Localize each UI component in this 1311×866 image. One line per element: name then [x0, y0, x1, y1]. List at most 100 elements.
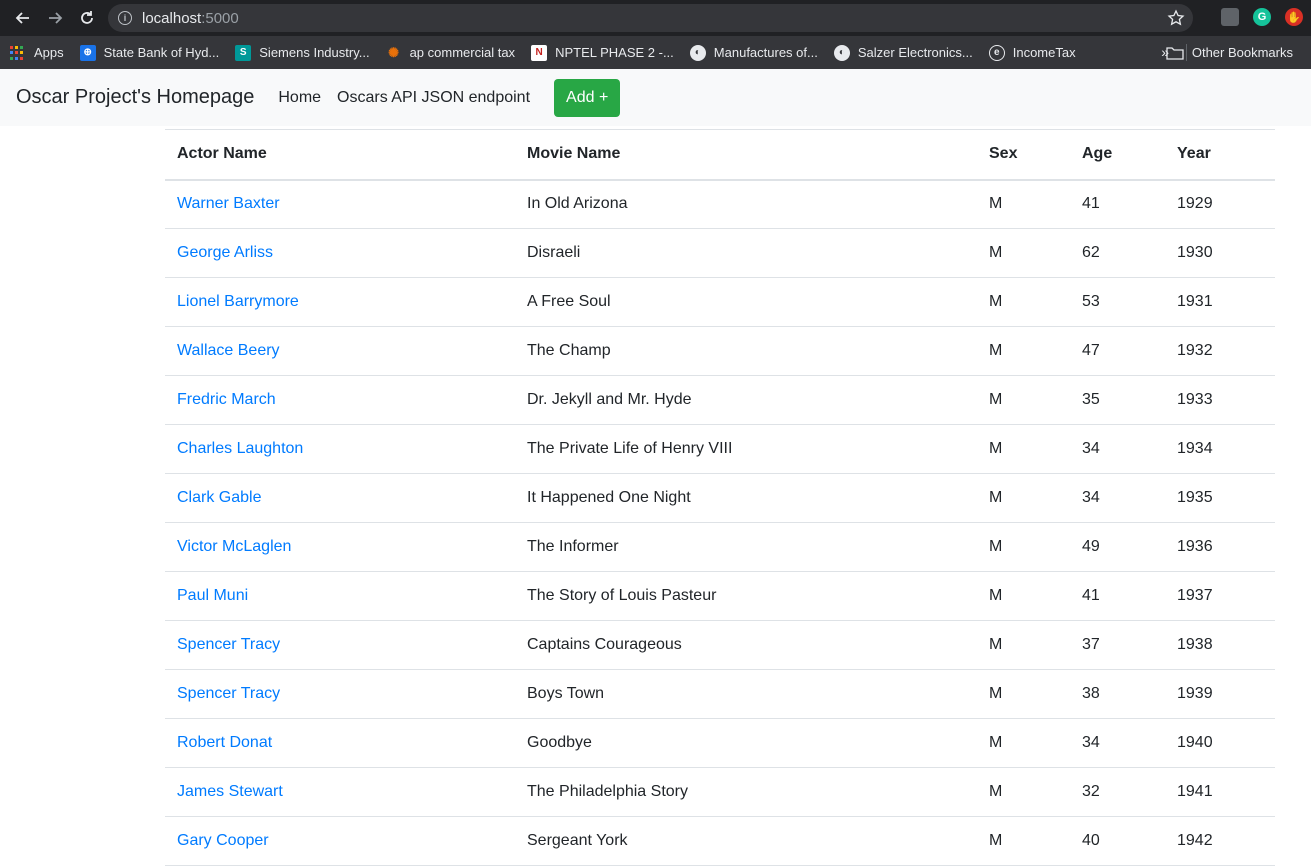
cell-actor-name: Fredric March [165, 375, 515, 425]
table-row: James Stewart The Philadelphia Story M 32 19… [165, 767, 1275, 817]
cell-actor-name: Wallace Beery [165, 326, 515, 376]
table-row: Charles Laughton The Private Life of Henr… [165, 424, 1275, 474]
bookmark-manufactures[interactable]: ◐ Manufactures of... [689, 44, 818, 61]
incometax-icon: e [988, 44, 1005, 61]
actor-link[interactable]: Charles Laughton [177, 440, 303, 457]
actor-link[interactable]: Victor McLaglen [177, 538, 291, 555]
bookmark-nptel[interactable]: N NPTEL PHASE 2 -... [531, 44, 674, 61]
add-button[interactable]: Add + [554, 78, 621, 117]
info-icon[interactable]: i [118, 11, 132, 25]
grammarly-icon[interactable]: G [1253, 8, 1271, 26]
bookmark-incometax[interactable]: e IncomeTax [988, 44, 1076, 61]
bookmark-apps[interactable]: Apps [10, 45, 64, 61]
header-year: Year [1165, 129, 1275, 181]
cell-sex: M [977, 571, 1070, 621]
actor-link[interactable]: James Stewart [177, 783, 283, 800]
reload-button[interactable] [72, 3, 102, 33]
table-row: Spencer Tracy Captains Courageous M 37 1938 [165, 620, 1275, 670]
cell-movie-name: In Old Arizona [515, 179, 977, 229]
actor-link[interactable]: Spencer Tracy [177, 636, 280, 653]
bookmark-salzer[interactable]: ◐ Salzer Electronics... [833, 44, 973, 61]
table-row: Lionel Barrymore A Free Soul M 53 1931 [165, 277, 1275, 327]
oscars-table: Actor Name Movie Name Sex Age Year Warne… [165, 129, 1275, 866]
other-bookmarks[interactable]: Other Bookmarks [1166, 36, 1293, 69]
cell-year: 1932 [1165, 326, 1275, 376]
browser-toolbar: i localhost:5000 G ✋ [0, 0, 1311, 36]
bookmark-siemens[interactable]: S Siemens Industry... [235, 44, 370, 61]
sbi-icon: ⊕ [79, 44, 96, 61]
address-bar[interactable]: i localhost:5000 [108, 4, 1193, 32]
cell-year: 1934 [1165, 424, 1275, 474]
cell-age: 53 [1070, 277, 1165, 327]
cell-movie-name: Sergeant York [515, 816, 977, 866]
adblock-icon[interactable]: ✋ [1285, 8, 1303, 26]
table-row: Fredric March Dr. Jekyll and Mr. Hyde M 35 1… [165, 375, 1275, 425]
cell-actor-name: Spencer Tracy [165, 620, 515, 670]
bookmarks-bar: Apps ⊕ State Bank of Hyd... S Siemens In… [0, 36, 1311, 69]
cell-age: 38 [1070, 669, 1165, 719]
siemens-icon: S [235, 44, 252, 61]
cell-year: 1942 [1165, 816, 1275, 866]
table-row: Gary Cooper Sergeant York M 40 1942 [165, 816, 1275, 866]
oscars-table-container: Actor Name Movie Name Sex Age Year Warne… [165, 129, 1275, 866]
nav-home-link[interactable]: Home [278, 89, 321, 107]
header-sex: Sex [977, 129, 1070, 181]
star-icon[interactable] [1167, 9, 1185, 27]
table-header-row: Actor Name Movie Name Sex Age Year [165, 129, 1275, 181]
cell-age: 47 [1070, 326, 1165, 376]
extension-icon[interactable] [1221, 8, 1239, 26]
cell-age: 41 [1070, 179, 1165, 229]
actor-link[interactable]: Spencer Tracy [177, 685, 280, 702]
cell-year: 1938 [1165, 620, 1275, 670]
header-age: Age [1070, 129, 1165, 181]
cell-movie-name: The Philadelphia Story [515, 767, 977, 817]
bookmark-sbi[interactable]: ⊕ State Bank of Hyd... [79, 44, 219, 61]
forward-button[interactable] [40, 3, 70, 33]
back-button[interactable] [8, 3, 38, 33]
apps-grid-icon [10, 45, 26, 61]
actor-link[interactable]: Clark Gable [177, 489, 261, 506]
site-brand[interactable]: Oscar Project's Homepage [16, 86, 254, 109]
actor-link[interactable]: Wallace Beery [177, 342, 280, 359]
cell-actor-name: Lionel Barrymore [165, 277, 515, 327]
cell-age: 62 [1070, 228, 1165, 278]
cell-sex: M [977, 277, 1070, 327]
cell-movie-name: The Story of Louis Pasteur [515, 571, 977, 621]
cell-movie-name: The Champ [515, 326, 977, 376]
cell-actor-name: Gary Cooper [165, 816, 515, 866]
cell-actor-name: Paul Muni [165, 571, 515, 621]
cell-sex: M [977, 816, 1070, 866]
folder-icon [1166, 46, 1184, 60]
nav-api-link[interactable]: Oscars API JSON endpoint [337, 89, 530, 107]
arrow-right-icon [49, 12, 63, 24]
actor-link[interactable]: Fredric March [177, 391, 276, 408]
actor-link[interactable]: Robert Donat [177, 734, 272, 751]
cell-sex: M [977, 767, 1070, 817]
actor-link[interactable]: Paul Muni [177, 587, 248, 604]
cell-year: 1936 [1165, 522, 1275, 572]
cell-age: 40 [1070, 816, 1165, 866]
actor-link[interactable]: Warner Baxter [177, 195, 280, 212]
cell-actor-name: Victor McLaglen [165, 522, 515, 572]
cell-sex: M [977, 424, 1070, 474]
header-movie-name: Movie Name [515, 129, 977, 181]
cell-year: 1939 [1165, 669, 1275, 719]
table-row: George Arliss Disraeli M 62 1930 [165, 228, 1275, 278]
bookmark-ap-tax[interactable]: ✺ ap commercial tax [386, 45, 515, 61]
table-row: Spencer Tracy Boys Town M 38 1939 [165, 669, 1275, 719]
cell-sex: M [977, 522, 1070, 572]
cell-year: 1941 [1165, 767, 1275, 817]
cell-sex: M [977, 228, 1070, 278]
cell-movie-name: Dr. Jekyll and Mr. Hyde [515, 375, 977, 425]
globe-icon: ◐ [689, 44, 706, 61]
cell-movie-name: Goodbye [515, 718, 977, 768]
actor-link[interactable]: Lionel Barrymore [177, 293, 299, 310]
actor-link[interactable]: Gary Cooper [177, 832, 269, 849]
site-navbar: Oscar Project's Homepage Home Oscars API… [0, 69, 1311, 126]
globe-icon: ◐ [833, 44, 850, 61]
cell-age: 32 [1070, 767, 1165, 817]
cell-year: 1933 [1165, 375, 1275, 425]
actor-link[interactable]: George Arliss [177, 244, 273, 261]
cell-actor-name: Warner Baxter [165, 179, 515, 229]
cell-actor-name: Robert Donat [165, 718, 515, 768]
